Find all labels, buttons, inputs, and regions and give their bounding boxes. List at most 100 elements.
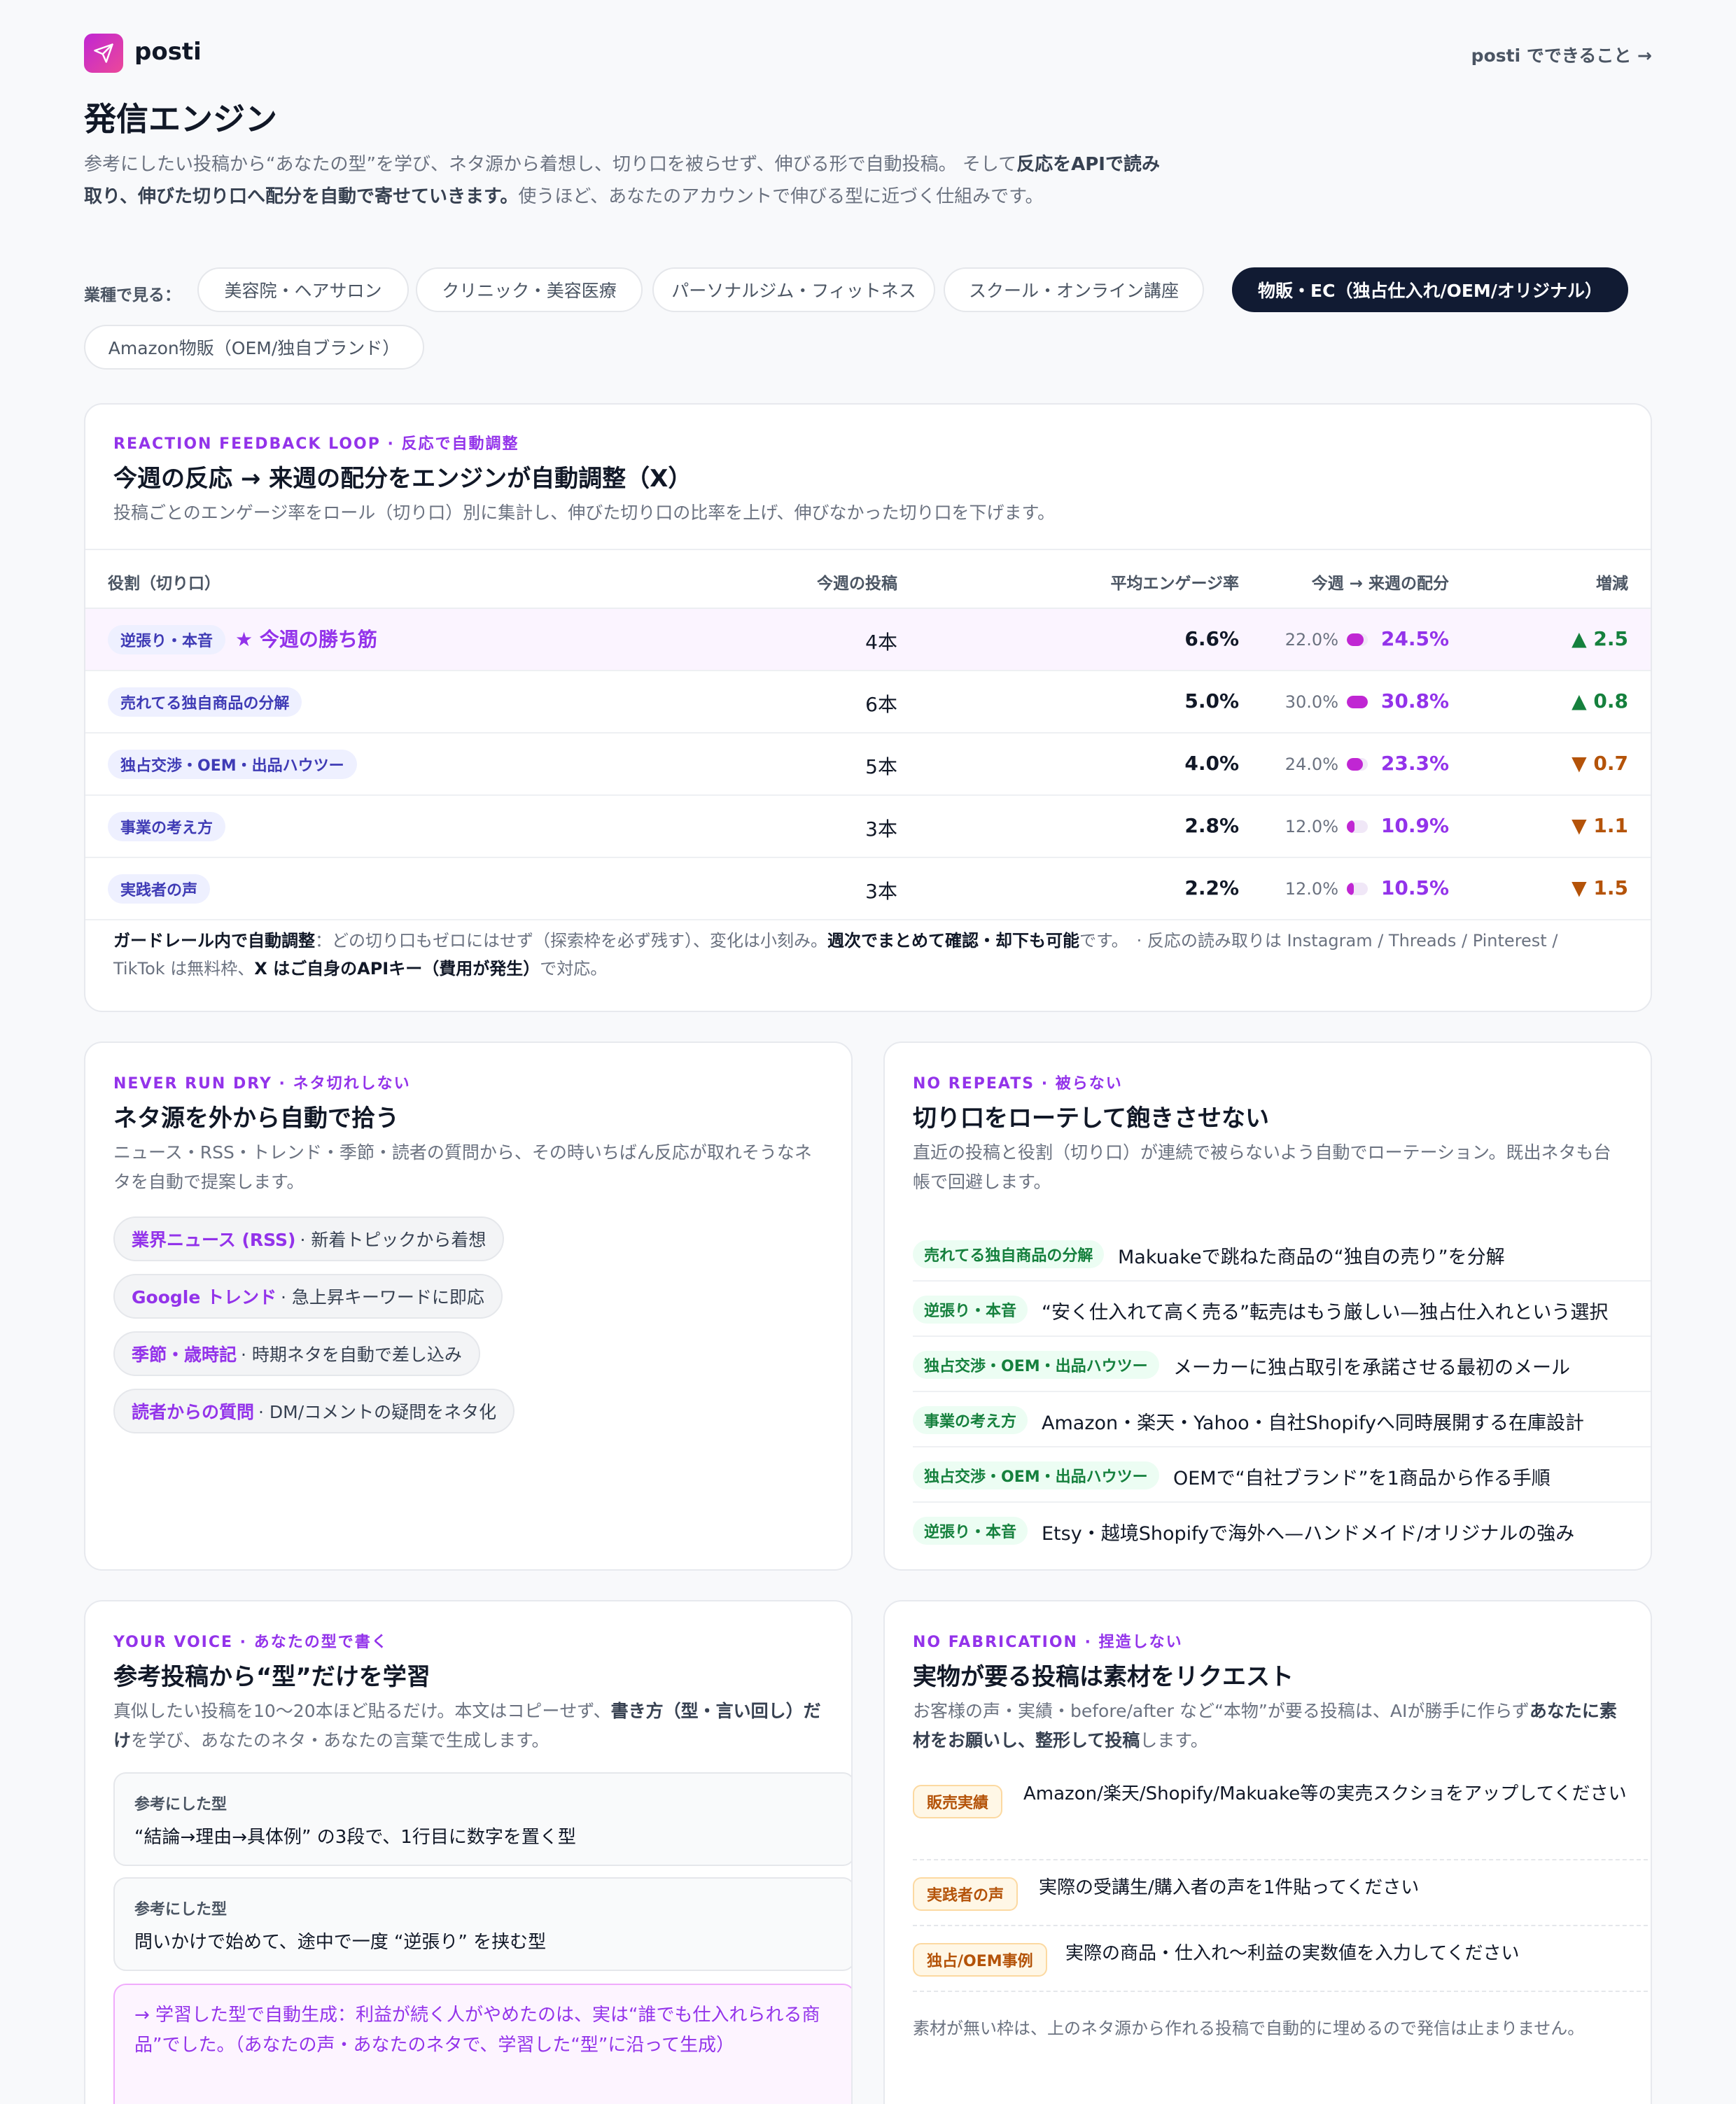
next-week-share: 23.3% xyxy=(1380,752,1449,775)
next-week-share: 10.5% xyxy=(1380,876,1449,899)
rotation-text: Makuakeで跳ねた商品の“独自の売り”を分解 xyxy=(1118,1247,1505,1268)
allocation-bar xyxy=(1347,696,1368,708)
rotation-card: NO REPEATS · 被らない 切り口をローテして飽きさせない 直近の投稿と… xyxy=(883,1042,1652,1571)
source-desc: · DM/コメントの疑問をネタ化 xyxy=(258,1402,497,1422)
note-text-1: ：どの切り口もゼロにはせず（探索枠を必ず残す）、変化は小刻み。 xyxy=(315,931,827,951)
delta-value: ▼ 1.1 xyxy=(1572,814,1628,837)
page-description: 参考にしたい投稿から“あなたの型”を学び、ネタ源から着想し、切り口を被らせず、伸… xyxy=(84,148,1162,213)
allocation-bar-fill xyxy=(1347,696,1368,708)
source-name: 季節・歳時記 xyxy=(132,1345,237,1365)
rotation-item: 独占交渉・OEM・出品ハウツー メーカーに独占取引を承諾させる最初のメール xyxy=(913,1337,1651,1392)
sources-subtitle: ニュース・RSS・トレンド・季節・読者の質問から、その時いちばん反応が取れそうな… xyxy=(113,1142,812,1192)
reference-pattern: 参考にした型 “結論→理由→具体例” の3段で、1行目に数字を置く型 xyxy=(113,1772,851,1866)
filter-chip-school[interactable]: スクール・オンライン講座 xyxy=(944,267,1204,312)
rotation-text: “安く仕入れて高く売る”転売はもう厳しい—独占仕入れという選択 xyxy=(1042,1302,1609,1324)
rotation-item: 事業の考え方 Amazon・楽天・Yahoo・自社Shopifyへ同時展開する在庫… xyxy=(913,1392,1651,1447)
note-bold-3: X はご自身のAPIキー（費用が発生） xyxy=(254,959,540,979)
filter-chip-clinic[interactable]: クリニック・美容医療 xyxy=(416,267,643,312)
source-rss[interactable]: 業界ニュース (RSS) · 新着トピックから着想 xyxy=(113,1216,505,1261)
request-item[interactable]: 販売実績 Amazon/楽天/Shopify/Makuake等の実売スクショをア… xyxy=(913,1776,1651,1860)
this-week-share: 30.0% xyxy=(1284,692,1338,712)
col-engagement: 平均エンゲージ率 xyxy=(1110,575,1239,593)
requests-sub-c: します。 xyxy=(1140,1730,1208,1751)
rotation-item: 売れてる独自商品の分解 Makuakeで跳ねた商品の“独自の売り”を分解 xyxy=(913,1226,1651,1282)
requests-card: NO FABRICATION · 捏造しない 実物が要る投稿は素材をリクエスト … xyxy=(883,1600,1652,2104)
requests-title: 実物が要る投稿は素材をリクエスト xyxy=(913,1663,1294,1691)
request-item[interactable]: 実践者の声 実際の受講生/購入者の声を1件貼ってください xyxy=(913,1860,1651,1926)
request-text: 実際の受講生/購入者の声を1件貼ってください xyxy=(1039,1877,1420,1898)
source-desc: · 急上昇キーワードに即応 xyxy=(281,1287,484,1307)
sources-eyebrow: NEVER RUN DRY · ネタ切れしない xyxy=(113,1075,411,1093)
rotation-tag: 事業の考え方 xyxy=(913,1406,1028,1434)
reaction-loop-card: REACTION FEEDBACK LOOP · 反応で自動調整 今週の反応 →… xyxy=(84,403,1652,1012)
allocation-bar-fill xyxy=(1347,883,1354,895)
filter-label: 業種で見る： xyxy=(84,286,181,304)
note-bold-2: 週次でまとめて確認・却下も可能 xyxy=(827,931,1079,951)
allocation-bar-fill xyxy=(1347,820,1354,833)
rotation-item: 逆張り・本音 “安く仕入れて高く売る”転売はもう厳しい—独占仕入れという選択 xyxy=(913,1282,1651,1337)
requests-sub-a: お客様の声・実績・before/after など“本物”が要る投稿は、AIが勝手… xyxy=(913,1701,1530,1721)
allocation-bar xyxy=(1347,758,1368,771)
request-item[interactable]: 独占/OEM事例 実際の商品・仕入れ〜利益の実数値を入力してください xyxy=(913,1926,1651,1992)
loop-subtitle: 投稿ごとのエンゲージ率をロール（切り口）別に集計し、伸びた切り口の比率を上げ、伸… xyxy=(113,503,1056,523)
table-row: 事業の考え方 3本 2.8% 12.0% 10.9% ▼ 1.1 xyxy=(85,796,1651,858)
allocation-bar xyxy=(1347,633,1368,646)
filter-chip-ec[interactable]: 物販・EC（独占仕入れ/OEM/オリジナル） xyxy=(1232,267,1628,312)
sources-card: NEVER RUN DRY · ネタ切れしない ネタ源を外から自動で拾う ニュー… xyxy=(84,1042,853,1571)
role-tag: 事業の考え方 xyxy=(108,812,226,841)
filter-chip-amazon[interactable]: Amazon物販（OEM/独自ブランド） xyxy=(84,325,424,370)
allocation-bar-fill xyxy=(1347,758,1363,771)
desc-part-c: 使うほど、あなたのアカウントで伸びる型に近づく仕組みです。 xyxy=(518,186,1044,207)
reference-pattern: 参考にした型 問いかけで始めて、途中で一度 “逆張り” を挟む型 xyxy=(113,1877,851,1971)
voice-subtitle: 真似したい投稿を10〜20本ほど貼るだけ。本文はコピーせず、書き方（型・言い回し… xyxy=(113,1697,827,1755)
winner-label: ★ 今週の勝ち筋 xyxy=(235,628,377,651)
table-row: 独占交渉・OEM・出品ハウツー 5本 4.0% 24.0% 23.3% ▼ 0.7 xyxy=(85,734,1651,796)
posts-count: 3本 xyxy=(865,880,897,903)
rotation-item: 逆張り・本音 Etsy・越境Shopifyで海外へ—ハンドメイド/オリジナルの強み xyxy=(913,1503,1651,1558)
desc-part-a: 参考にしたい投稿から“あなたの型”を学び、ネタ源から着想し、切り口を被らせず、伸… xyxy=(84,154,1017,175)
source-name: 読者からの質問 xyxy=(132,1402,255,1422)
allocation-bar xyxy=(1347,883,1368,895)
request-text: 実際の商品・仕入れ〜利益の実数値を入力してください xyxy=(1065,1943,1520,1964)
reference-text: 問いかけで始めて、途中で一度 “逆張り” を挟む型 xyxy=(134,1932,547,1953)
rotation-text: OEMで“自社ブランド”を1商品から作る手順 xyxy=(1173,1468,1550,1489)
this-week-share: 24.0% xyxy=(1284,755,1338,774)
delta-value: ▲ 2.5 xyxy=(1572,627,1628,650)
reference-label: 参考にした型 xyxy=(134,1901,227,1919)
this-week-share: 12.0% xyxy=(1284,817,1338,836)
rotation-item: 独占交渉・OEM・出品ハウツー OEMで“自社ブランド”を1商品から作る手順 xyxy=(913,1447,1651,1503)
guardrail-note: ガードレール内で自動調整：どの切り口もゼロにはせず（探索枠を必ず残す）、変化は小… xyxy=(113,927,1611,983)
reference-label: 参考にした型 xyxy=(134,1796,227,1814)
col-delta: 増減 xyxy=(1596,575,1628,593)
source-reader-questions[interactable]: 読者からの質問 · DM/コメントの疑問をネタ化 xyxy=(113,1389,515,1433)
rotation-subtitle: 直近の投稿と役割（切り口）が連続で被らないよう自動でローテーション。既出ネタも台… xyxy=(913,1142,1611,1192)
logo-icon[interactable] xyxy=(84,34,123,73)
page-title: 発信エンジン xyxy=(84,100,277,138)
engagement-rate: 4.0% xyxy=(1184,752,1239,775)
request-tag: 実践者の声 xyxy=(913,1877,1018,1911)
table-header: 役割（切り口） 今週の投稿 平均エンゲージ率 今週 → 来週の配分 増減 xyxy=(85,549,1651,609)
next-week-share: 10.9% xyxy=(1380,814,1449,837)
engagement-rate: 5.0% xyxy=(1184,689,1239,713)
sources-title: ネタ源を外から自動で拾う xyxy=(113,1104,399,1132)
voice-card: YOUR VOICE · あなたの型で書く 参考投稿から“型”だけを学習 真似し… xyxy=(84,1600,853,2104)
request-tag: 販売実績 xyxy=(913,1785,1003,1818)
posts-count: 3本 xyxy=(865,818,897,841)
brand-name[interactable]: posti xyxy=(134,38,202,66)
rotation-eyebrow: NO REPEATS · 被らない xyxy=(913,1075,1123,1093)
features-link[interactable]: posti でできること → xyxy=(1471,42,1652,67)
filter-chip-beauty-salon[interactable]: 美容院・ヘアサロン xyxy=(197,267,409,312)
rotation-tag: 独占交渉・OEM・出品ハウツー xyxy=(913,1461,1159,1489)
posts-count: 5本 xyxy=(865,755,897,778)
rotation-text: Amazon・楽天・Yahoo・自社Shopifyへ同時展開する在庫設計 xyxy=(1042,1412,1585,1434)
loop-eyebrow: REACTION FEEDBACK LOOP · 反応で自動調整 xyxy=(113,435,519,453)
voice-sub-c: を学び、あなたのネタ・あなたの言葉で生成します。 xyxy=(131,1730,550,1751)
role-tag: 逆張り・本音 xyxy=(108,625,226,654)
filter-chip-gym[interactable]: パーソナルジム・フィットネス xyxy=(652,267,935,312)
col-role: 役割（切り口） xyxy=(108,575,220,593)
next-week-share: 30.8% xyxy=(1380,689,1449,713)
engagement-rate: 2.8% xyxy=(1184,814,1239,837)
source-seasonal[interactable]: 季節・歳時記 · 時期ネタを自動で差し込み xyxy=(113,1331,480,1376)
requests-footer: 素材が無い枠は、上のネタ源から作れる投稿で自動的に埋めるので発信は止まりません。 xyxy=(913,2019,1585,2038)
source-google-trends[interactable]: Google トレンド · 急上昇キーワードに即応 xyxy=(113,1274,503,1319)
